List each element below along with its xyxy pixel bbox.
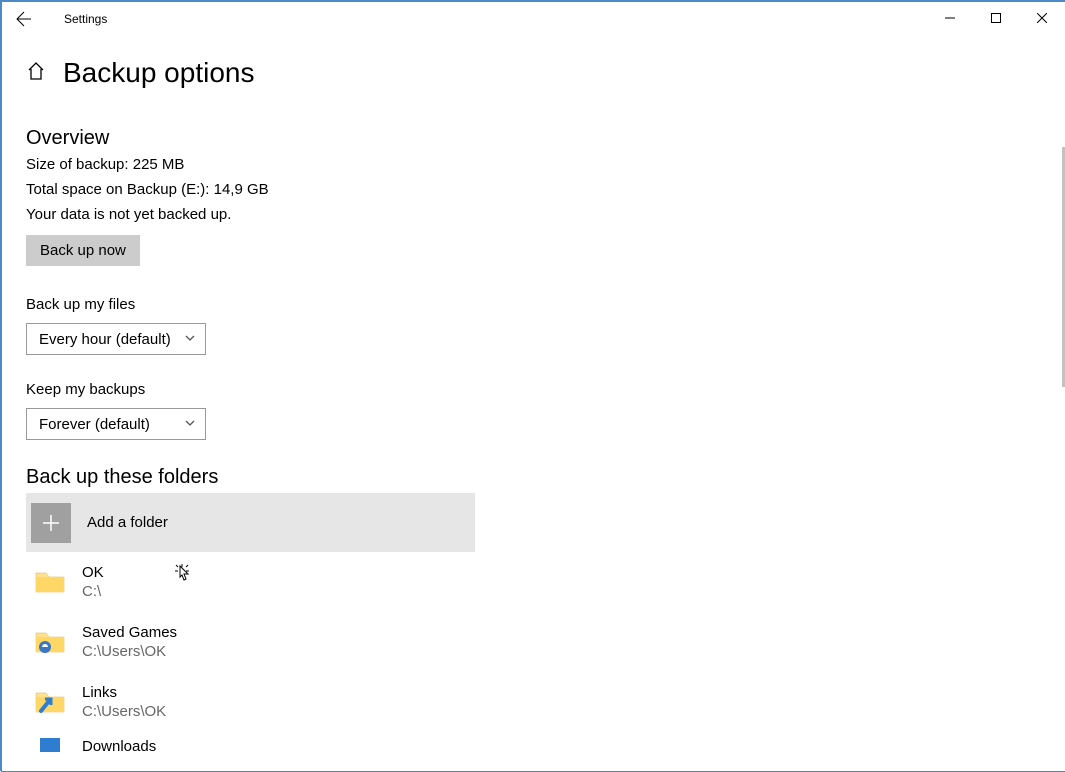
retention-label: Keep my backups [26, 381, 1041, 398]
folder-item[interactable]: Downloads [26, 732, 475, 762]
minimize-button[interactable] [927, 2, 973, 34]
retention-dropdown[interactable]: Forever (default) [26, 408, 206, 440]
add-folder-label: Add a folder [87, 514, 168, 531]
minimize-icon [945, 13, 955, 23]
folder-name: Downloads [82, 738, 156, 755]
folder-icon [34, 686, 66, 718]
chevron-down-icon [184, 332, 196, 347]
page-title: Backup options [63, 57, 254, 89]
folder-icon [34, 738, 66, 770]
retention-value: Forever (default) [39, 416, 150, 433]
total-space-text: Total space on Backup (E:): 14,9 GB [26, 181, 1041, 198]
maximize-button[interactable] [973, 2, 1019, 34]
folder-name: OK [82, 564, 104, 581]
backup-now-button[interactable]: Back up now [26, 235, 140, 266]
folder-name: Saved Games [82, 624, 177, 641]
add-folder-button[interactable]: Add a folder [26, 493, 475, 552]
frequency-value: Every hour (default) [39, 331, 171, 348]
plus-icon [40, 512, 62, 534]
folder-item[interactable]: Saved Games C:\Users\OK [26, 612, 475, 672]
arrow-left-icon [16, 11, 32, 27]
folder-name: Links [82, 684, 166, 701]
folder-icon [34, 626, 66, 658]
home-icon[interactable] [26, 61, 46, 86]
backup-size-text: Size of backup: 225 MB [26, 156, 1041, 173]
titlebar: Settings [2, 2, 1065, 35]
back-button[interactable] [2, 2, 46, 35]
close-icon [1037, 13, 1047, 23]
frequency-dropdown[interactable]: Every hour (default) [26, 323, 206, 355]
close-button[interactable] [1019, 2, 1065, 34]
folder-path: C:\Users\OK [82, 703, 166, 720]
content-area: Backup options Overview Size of backup: … [2, 35, 1065, 771]
window-title: Settings [64, 12, 107, 26]
folder-item[interactable]: Links C:\Users\OK [26, 672, 475, 732]
chevron-down-icon [184, 417, 196, 432]
folder-path: C:\ [82, 583, 104, 600]
maximize-icon [991, 13, 1001, 23]
folders-heading: Back up these folders [26, 466, 1041, 489]
window-controls [927, 2, 1065, 34]
folder-path: C:\Users\OK [82, 643, 177, 660]
overview-heading: Overview [26, 127, 1041, 150]
folder-icon [34, 566, 66, 598]
backup-status-text: Your data is not yet backed up. [26, 206, 1041, 223]
plus-icon-box [31, 503, 71, 543]
folder-item[interactable]: OK C:\ [26, 552, 475, 612]
frequency-label: Back up my files [26, 296, 1041, 313]
